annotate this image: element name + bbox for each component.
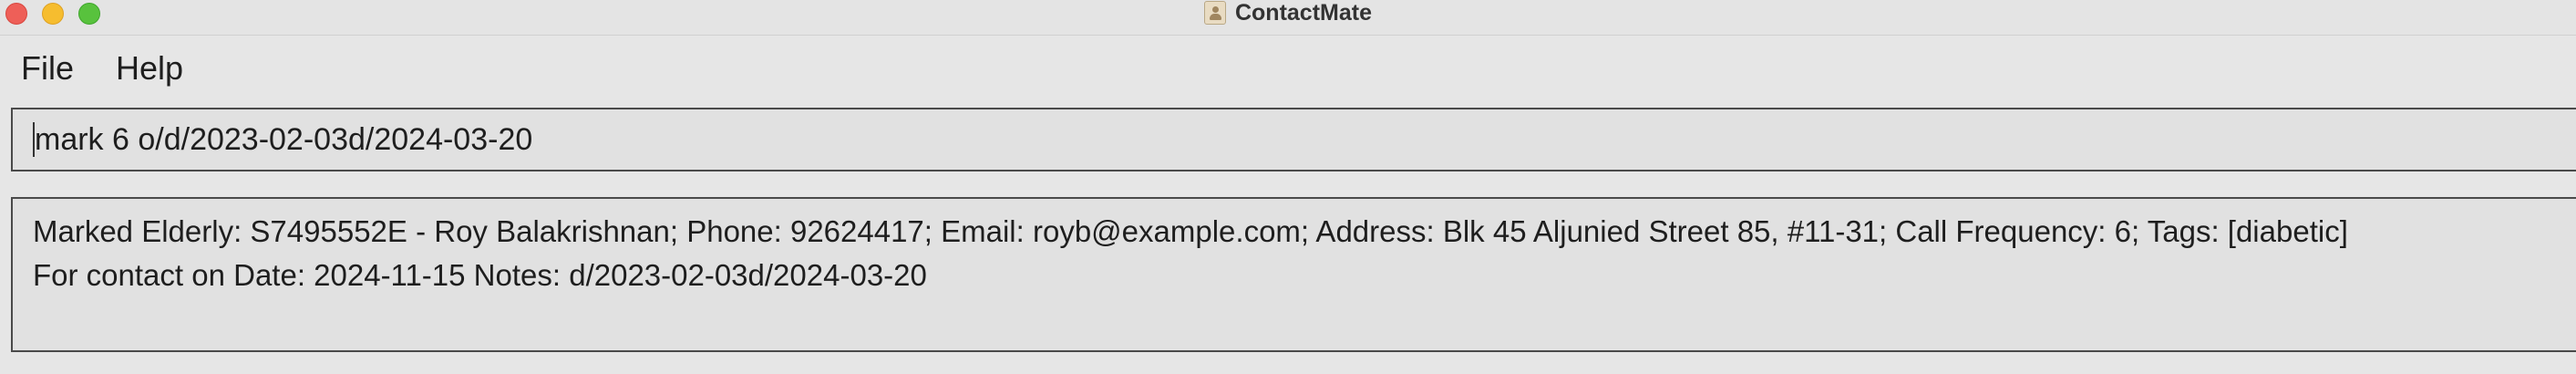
contact-book-icon <box>1203 1 1226 25</box>
result-line-2: For contact on Date: 2024-11-15 Notes: d… <box>33 258 927 292</box>
app-window: ContactMate File Help mark 6 o/d/2023-02… <box>0 0 2576 374</box>
command-input-value: mark 6 o/d/2023-02-03d/2024-03-20 <box>35 121 533 157</box>
title-bar: ContactMate <box>0 0 2576 36</box>
menu-file[interactable]: File <box>11 49 84 88</box>
result-line-1: Marked Elderly: S7495552E - Roy Balakris… <box>33 214 2348 248</box>
title-wrap: ContactMate <box>0 0 2576 26</box>
menu-help[interactable]: Help <box>106 49 193 88</box>
menu-bar: File Help <box>0 36 2576 100</box>
window-title: ContactMate <box>1234 0 1372 26</box>
command-input[interactable]: mark 6 o/d/2023-02-03d/2024-03-20 <box>11 108 2576 171</box>
result-display[interactable]: Marked Elderly: S7495552E - Roy Balakris… <box>11 197 2576 352</box>
